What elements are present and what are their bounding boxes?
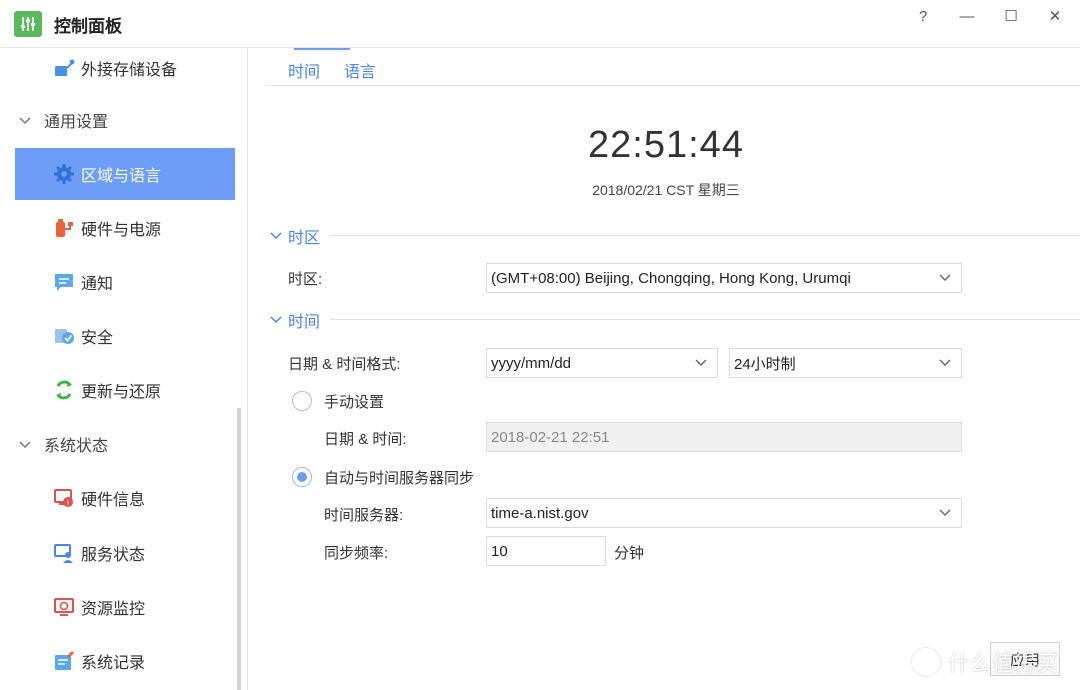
hour-format-value: 24小时制 <box>734 355 796 373</box>
section-time[interactable]: 时间 <box>268 306 1080 332</box>
date-format-select[interactable]: yyyy/mm/dd <box>486 348 718 378</box>
chevron-down-icon <box>19 441 31 449</box>
sidebar-item-notification[interactable]: 通知 <box>15 256 235 308</box>
sidebar: 外接存储设备 通用设置 区域与语言 硬件与电源 通知 安全 更新与还原 系统状态… <box>0 48 248 690</box>
datetime-format-label: 日期 & 时间格式: <box>288 356 401 373</box>
maximize-button[interactable]: ☐ <box>996 4 1026 28</box>
service-status-icon <box>54 544 73 563</box>
sidebar-item-hardware-power[interactable]: 硬件与电源 <box>15 202 235 254</box>
sidebar-item-label: 服务状态 <box>81 547 146 564</box>
chevron-down-icon <box>19 117 31 125</box>
resource-monitor-icon <box>54 598 74 616</box>
sidebar-item-resource-monitor[interactable]: 资源监控 <box>15 581 235 633</box>
datetime-label: 日期 & 时间: <box>324 431 407 448</box>
sidebar-scrollbar[interactable] <box>237 408 241 690</box>
control-panel-icon <box>14 11 42 37</box>
tab-bar: 时间 语言 <box>266 48 1080 86</box>
sidebar-item-label: 安全 <box>81 330 114 347</box>
chevron-down-icon <box>939 274 951 281</box>
datetime-input[interactable]: 2018-02-21 22:51 <box>486 422 962 452</box>
sidebar-group-label: 通用设置 <box>44 114 109 131</box>
main-panel: 时间 语言 22:51:44 2018/02/21 CST 星期三 时区 时区:… <box>248 48 1080 690</box>
auto-sync-label: 自动与时间服务器同步 <box>324 470 475 487</box>
sidebar-item-label: 资源监控 <box>81 601 146 618</box>
tab-language[interactable]: 语言 <box>344 58 376 82</box>
timezone-value: (GMT+08:00) Beijing, Chongqing, Hong Kon… <box>491 269 851 287</box>
sidebar-group-label: 系统状态 <box>44 438 109 455</box>
sidebar-item-external-storage[interactable]: 外接存储设备 <box>15 48 235 94</box>
sync-frequency-unit: 分钟 <box>614 545 645 562</box>
sync-frequency-value: 10 <box>491 542 508 560</box>
section-divider <box>330 235 1080 236</box>
time-server-select[interactable]: time-a.nist.gov <box>486 498 962 528</box>
external-storage-icon <box>55 59 75 76</box>
sidebar-item-label: 更新与还原 <box>81 384 162 401</box>
sidebar-item-label: 硬件与电源 <box>81 222 162 239</box>
sidebar-item-label: 通知 <box>81 276 114 293</box>
auto-sync-radio[interactable] <box>292 467 312 487</box>
sidebar-item-system-log[interactable]: 系统记录 <box>15 635 235 687</box>
watermark-text: 什么值得买 <box>948 651 1059 676</box>
watermark: 什么值得买 <box>912 646 1058 678</box>
sync-frequency-label: 同步频率: <box>324 545 389 562</box>
window-title: 控制面板 <box>54 17 122 36</box>
sidebar-item-hardware-info[interactable]: i 硬件信息 <box>15 472 235 524</box>
chevron-down-icon <box>270 232 282 240</box>
sidebar-item-region-language[interactable]: 区域与语言 <box>15 148 235 200</box>
sync-frequency-input[interactable]: 10 <box>486 536 606 566</box>
timezone-label: 时区: <box>288 271 323 288</box>
timezone-select[interactable]: (GMT+08:00) Beijing, Chongqing, Hong Kon… <box>486 263 962 293</box>
close-button[interactable]: ✕ <box>1040 4 1070 28</box>
sidebar-item-service-status[interactable]: 服务状态 <box>15 527 235 579</box>
time-server-label: 时间服务器: <box>324 507 404 524</box>
help-button[interactable]: ? <box>908 4 938 28</box>
chevron-down-icon <box>939 359 951 366</box>
section-title: 时区 <box>288 230 321 247</box>
gear-icon <box>54 164 74 184</box>
minimize-button[interactable]: — <box>952 4 982 28</box>
message-icon <box>55 274 73 291</box>
watermark-logo-icon <box>912 648 940 676</box>
manual-radio[interactable] <box>292 391 312 411</box>
hour-format-select[interactable]: 24小时制 <box>729 348 962 378</box>
sidebar-item-label: 区域与语言 <box>81 168 162 185</box>
title-bar: 控制面板 ? — ☐ ✕ <box>0 0 1080 48</box>
tab-time[interactable]: 时间 <box>288 58 320 82</box>
datetime-value: 2018-02-21 22:51 <box>491 428 610 446</box>
shield-icon <box>55 329 74 344</box>
current-time: 22:51:44 <box>588 124 744 166</box>
section-timezone[interactable]: 时区 <box>268 222 1080 248</box>
sidebar-item-label: 系统记录 <box>81 655 146 672</box>
section-divider <box>330 319 1080 320</box>
svg-text:i: i <box>67 499 69 507</box>
hardware-info-icon: i <box>54 489 73 507</box>
section-title: 时间 <box>288 314 321 331</box>
refresh-icon <box>56 380 72 400</box>
sidebar-item-update-restore[interactable]: 更新与还原 <box>15 364 235 416</box>
current-date: 2018/02/21 CST 星期三 <box>592 182 740 198</box>
date-format-value: yyyy/mm/dd <box>491 354 572 372</box>
sidebar-item-security[interactable]: 安全 <box>15 310 235 362</box>
chevron-down-icon <box>270 316 282 324</box>
power-icon <box>56 219 73 237</box>
sidebar-item-label: 外接存储设备 <box>81 62 178 79</box>
manual-label: 手动设置 <box>324 394 385 411</box>
active-tab-indicator <box>294 48 350 50</box>
time-server-value: time-a.nist.gov <box>491 504 589 522</box>
chevron-down-icon <box>939 509 951 516</box>
system-log-icon <box>55 651 74 670</box>
chevron-down-icon <box>695 359 707 366</box>
sidebar-item-label: 硬件信息 <box>81 492 146 509</box>
